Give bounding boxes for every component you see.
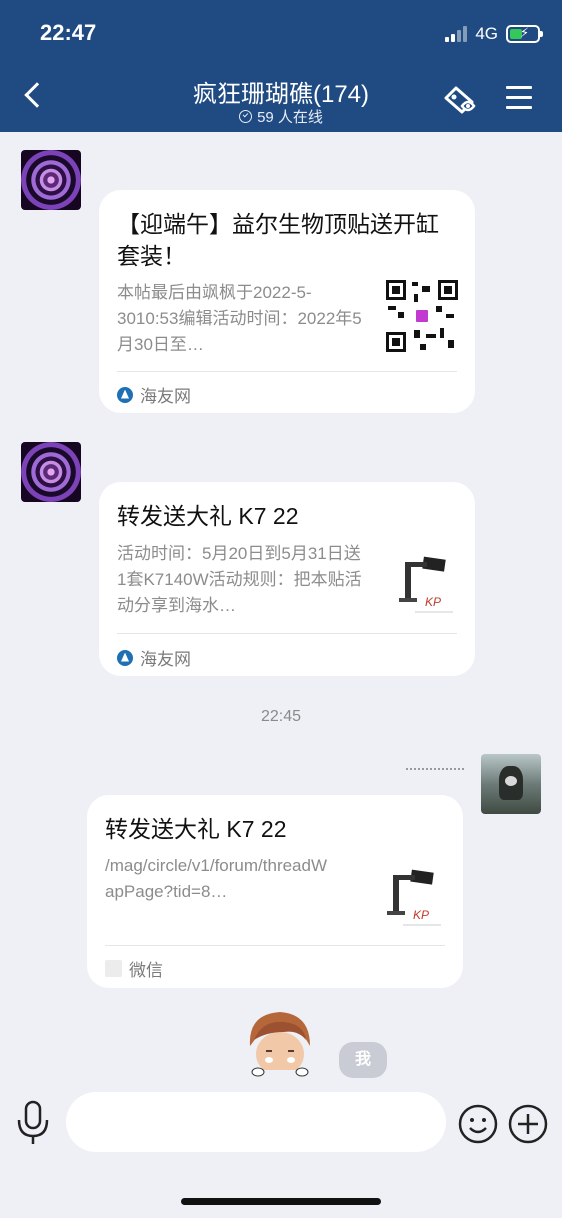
voice-input-icon[interactable] (14, 1100, 52, 1146)
card-divider (117, 633, 457, 634)
group-settings-icon[interactable] (440, 84, 478, 116)
card-source: 海友网 (117, 645, 191, 670)
svg-text:KP: KP (425, 595, 441, 609)
haiyou-logo-icon (117, 386, 133, 403)
haiyou-logo-icon (117, 649, 133, 666)
time-separator: 22:45 (260, 708, 302, 725)
wechat-icon (105, 960, 122, 977)
card-source: 海友网 (117, 382, 191, 407)
share-card[interactable]: 【迎端午】益尔生物顶贴送开缸套装！ 本帖最后由飒枫于2022-5-3010:53… (99, 190, 475, 413)
my-avatar[interactable] (481, 754, 541, 814)
card-divider (105, 945, 445, 946)
plus-icon[interactable] (508, 1104, 548, 1144)
card-title: 转发送大礼 K7 22 (117, 503, 299, 529)
sender-avatar[interactable] (21, 442, 81, 502)
sender-avatar[interactable] (21, 150, 81, 210)
card-description: /mag/circle/v1/forum/threadWapPage?tid=8… (105, 856, 328, 901)
share-card[interactable]: 转发送大礼 K7 22 /mag/circle/v1/forum/threadW… (87, 795, 463, 988)
card-description: 活动时间：5月20日到5月31日送1套K7140W活动规则：把本贴活动分享到海水… (117, 544, 362, 615)
source-label: 海友网 (140, 387, 191, 406)
emoji-icon[interactable] (458, 1104, 498, 1144)
source-label: 海友网 (140, 650, 191, 669)
battery-icon: ⚡ (506, 25, 543, 43)
online-icon (239, 110, 253, 123)
menu-icon[interactable] (506, 86, 532, 110)
source-label: 微信 (129, 961, 163, 980)
network-label: 4G (475, 24, 498, 43)
input-bar (0, 1080, 562, 1218)
status-time: 22:47 (40, 20, 97, 45)
card-title: 【迎端午】益尔生物顶贴送开缸套装！ (117, 211, 439, 269)
card-divider (117, 371, 457, 372)
card-source: 微信 (105, 956, 163, 981)
online-count: 59 人在线 (257, 109, 323, 126)
me-label: 我 (339, 1042, 387, 1078)
product-lamp-icon: KP (399, 556, 453, 613)
product-lamp-icon: KP (387, 869, 441, 926)
chat-header: 22:47 4G ⚡ 疯狂珊瑚礁(174) 59 人在线 (0, 0, 562, 132)
signal-icon (445, 26, 468, 42)
cartoon-sticker[interactable] (244, 1006, 316, 1078)
sending-indicator (406, 768, 464, 770)
share-card[interactable]: 转发送大礼 K7 22 活动时间：5月20日到5月31日送1套K7140W活动规… (99, 482, 475, 676)
card-description: 本帖最后由飒枫于2022-5-3010:53编辑活动时间：2022年5月30日至… (117, 283, 362, 354)
home-indicator[interactable] (181, 1198, 381, 1205)
message-input[interactable] (66, 1092, 446, 1152)
status-indicators: 4G ⚡ (445, 24, 543, 44)
svg-text:KP: KP (413, 908, 429, 922)
qr-code-icon (386, 280, 458, 352)
card-title: 转发送大礼 K7 22 (105, 816, 287, 842)
